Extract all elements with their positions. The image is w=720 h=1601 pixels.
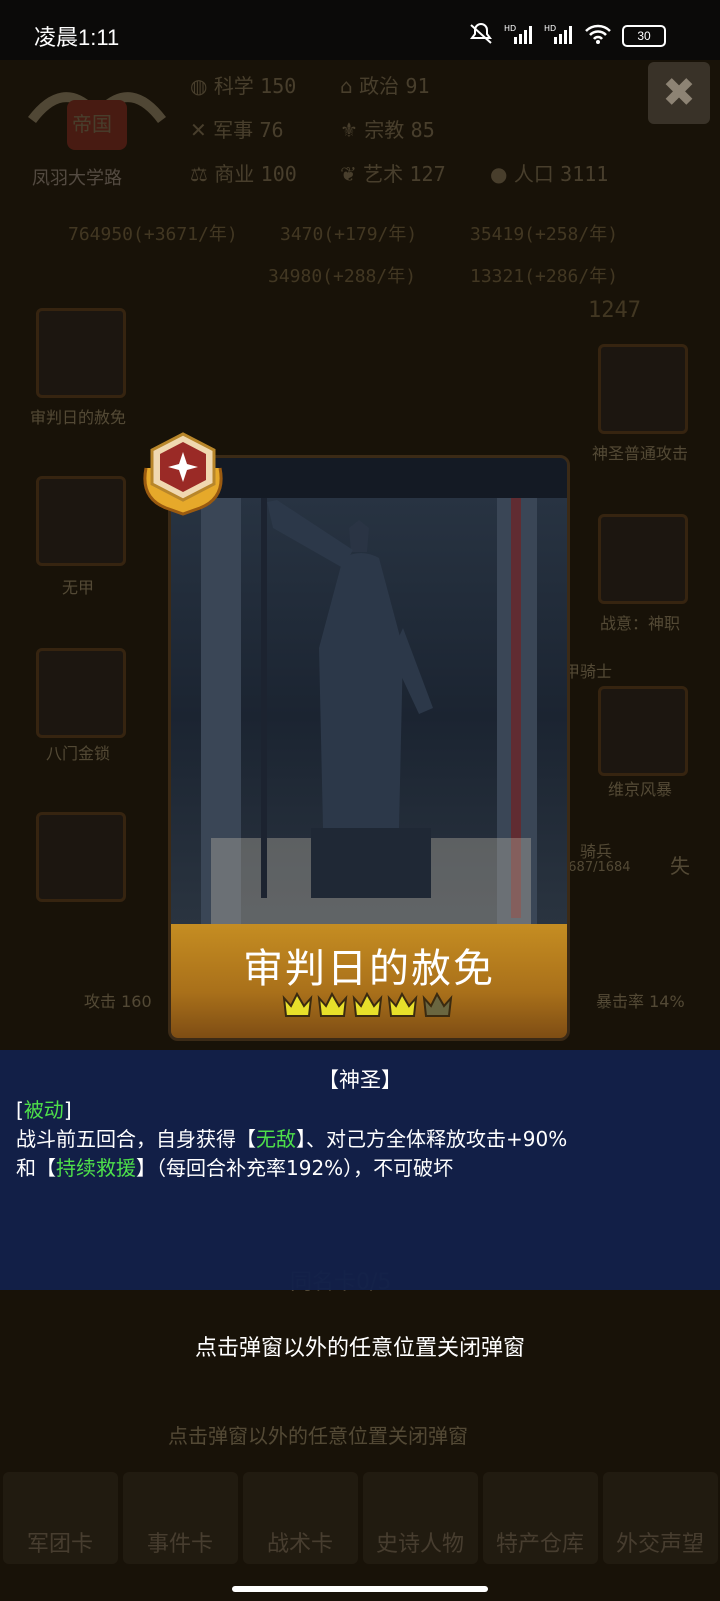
background-card [36,308,126,398]
crown-empty-icon [422,991,453,1017]
svg-text:HD: HD [504,24,516,33]
card-detail: 审判日的赦免 [168,455,570,1041]
background-card-label: 审判日的赦免 [29,408,126,427]
background-card [36,648,126,738]
planet-icon: ◍ [190,74,208,98]
crown-filled-icon [387,991,418,1017]
close-hint[interactable]: 点击弹窗以外的任意位置关闭弹窗 [0,1330,720,1362]
resource-food: 13321(+286/年) [470,266,619,287]
close-button[interactable]: ✖ [648,62,710,124]
stat-military: ✕ 军事 76 [190,118,284,142]
background-card-label: 八门金锁 [45,744,110,763]
location-label: 凤羽大学路 [32,168,122,189]
card-category: 【神圣】 [318,1068,402,1092]
partial-text: 失 [670,854,690,878]
nav-diplomacy[interactable]: 外交声望 [602,1472,718,1564]
stat-commerce: ⚖ 商业 100 [190,162,297,186]
stat-politics: ⌂ 政治 91 [340,74,430,98]
nav-epic-characters[interactable]: 史诗人物 [362,1472,478,1564]
svg-text:HD: HD [544,24,556,33]
signal-icon: HD [504,23,534,49]
leaf-icon: ❦ [340,162,357,186]
clock: 凌晨1:11 [34,25,120,50]
medal-count: 1247 [588,298,641,323]
person-icon: ● [490,162,508,186]
stat-population: ● 人口 3111 [490,162,609,186]
stat-religion: ⚜ 宗教 85 [340,118,435,142]
stat-science: ◍ 科学 150 [190,74,297,98]
nav-tactic-cards[interactable]: 战术卡 [242,1472,358,1564]
nav-legion-cards[interactable]: 军团卡 [2,1472,118,1564]
signal-icon: HD [544,23,574,49]
background-card [598,514,688,604]
partial-text: 甲骑士 [564,662,613,681]
background-card [598,344,688,434]
description-line-1: 战斗前五回合，自身获得【无敌】、对己方全体释放攻击+90% [16,1127,568,1151]
crossed-tools-icon: ✕ [190,118,207,142]
scales-icon: ⚖ [190,162,208,186]
close-icon: ✖ [662,70,696,116]
passive-tag: [被动] [16,1098,72,1122]
keyword-continuous-rescue: 持续救援 [56,1156,136,1180]
background-card [36,812,126,902]
partial-text: 1687/1684 [560,860,631,875]
background-card [36,476,126,566]
nav-event-cards[interactable]: 事件卡 [122,1472,238,1564]
description-line-2: 和【持续救援】（每回合补充率192%），不可破坏 [16,1156,454,1180]
bottom-nav: 军团卡 事件卡 战术卡 史诗人物 特产仓库 外交声望 [0,1468,720,1564]
holy-faction-badge-icon [136,428,230,518]
mute-icon [468,22,494,50]
crown-filled-icon [317,991,348,1017]
status-icons: HD HD 30 [468,22,666,50]
crown-filled-icon [352,991,383,1017]
resource-wood: 3470(+179/年) [280,224,418,245]
wifi-icon [584,23,612,49]
faction-emblem: 帝国 凤羽大学路 [22,80,172,190]
resource-crystal: 35419(+258/年) [470,224,619,245]
background-card-label: 维京风暴 [607,780,672,799]
background-card-label: 无甲 [61,578,94,597]
card-rank-crowns [281,990,457,1030]
resource-gold: 764950(+3671/年) [68,224,238,245]
building-icon: ⌂ [340,74,353,98]
fleur-icon: ⚜ [340,118,358,142]
nav-specialty-warehouse[interactable]: 特产仓库 [482,1472,598,1564]
background-card-label: 神圣普通攻击 [591,444,688,463]
ghost-close-hint: 点击弹窗以外的任意位置关闭弹窗 [168,1424,468,1448]
background-card-label: 战意：神职 [599,614,680,633]
card-artwork [171,458,567,928]
faction-title: 帝国 [72,112,112,136]
partial-text: 骑兵 [580,842,613,861]
resource-stone: 34980(+288/年) [268,266,417,287]
card-description: [被动] 战斗前五回合，自身获得【无敌】、对己方全体释放攻击+90% 和【持续救… [16,1096,716,1183]
home-indicator[interactable] [232,1586,488,1592]
stat-art: ❦ 艺术 127 [340,162,446,186]
partial-text: 暴击率 14% [596,992,685,1011]
keyword-invincible: 无敌 [256,1127,296,1151]
battery-icon: 30 [622,25,666,47]
partial-text: 攻击 160 [84,992,152,1011]
background-card [598,686,688,776]
crown-filled-icon [282,991,313,1017]
card-name: 审判日的赦免 [243,946,495,992]
